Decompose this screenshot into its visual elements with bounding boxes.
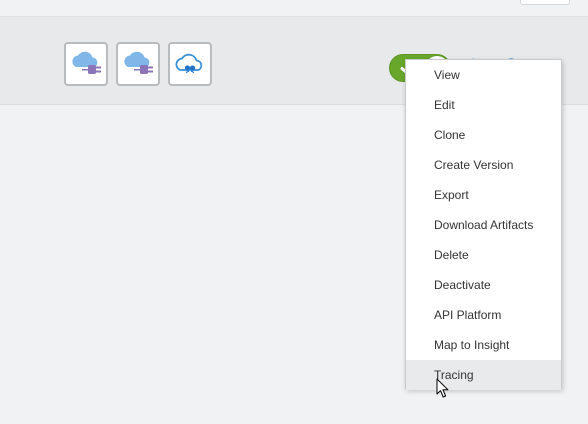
menu-item-map-to-insight[interactable]: Map to Insight: [406, 330, 561, 360]
mouse-pointer-icon: [436, 378, 449, 398]
menu-item-clone[interactable]: Clone: [406, 120, 561, 150]
menu-item-view[interactable]: View: [406, 60, 561, 90]
menu-item-tracing[interactable]: Tracing: [406, 360, 561, 390]
actions-menu: View Edit Clone Create Version Export Do…: [405, 59, 562, 390]
menu-item-edit[interactable]: Edit: [406, 90, 561, 120]
menu-item-api-platform[interactable]: API Platform: [406, 300, 561, 330]
menu-item-deactivate[interactable]: Deactivate: [406, 270, 561, 300]
cloud-plug-icon[interactable]: [64, 42, 108, 86]
top-strip: [0, 0, 588, 17]
cloud-exchange-icon[interactable]: [168, 42, 212, 86]
menu-item-delete[interactable]: Delete: [406, 240, 561, 270]
cloud-plug-icon[interactable]: [116, 42, 160, 86]
menu-item-download-artifacts[interactable]: Download Artifacts: [406, 210, 561, 240]
top-toolbar-button[interactable]: [520, 0, 570, 5]
menu-item-create-version[interactable]: Create Version: [406, 150, 561, 180]
menu-item-export[interactable]: Export: [406, 180, 561, 210]
